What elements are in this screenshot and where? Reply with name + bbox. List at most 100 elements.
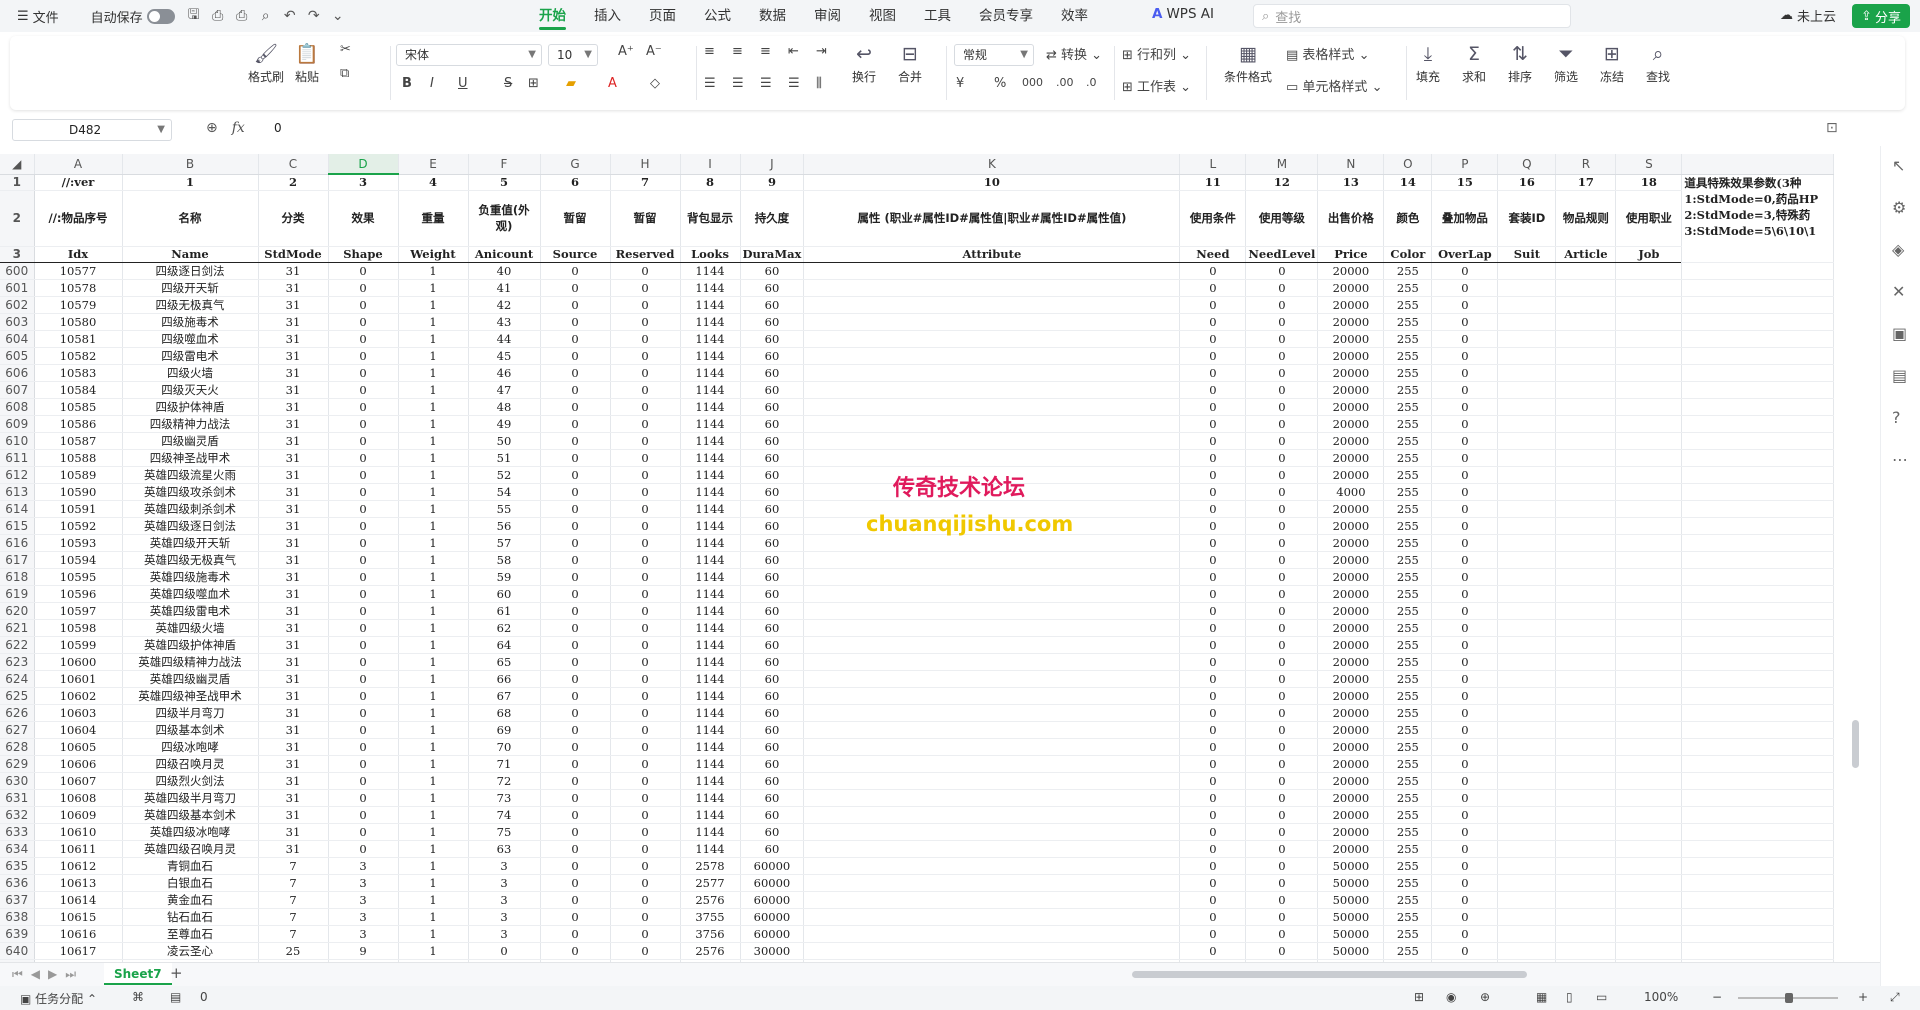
data-cell[interactable]: 0	[1179, 551, 1247, 569]
empty-cell[interactable]	[1615, 279, 1683, 297]
column-header-s[interactable]: S	[1615, 154, 1683, 175]
select-all-corner[interactable]: ◢	[0, 154, 35, 175]
align-top-icon[interactable]: ≡	[704, 44, 715, 59]
data-cell[interactable]: 31	[258, 585, 329, 603]
header-cell[interactable]: 14	[1383, 174, 1433, 191]
empty-cell[interactable]	[1497, 466, 1557, 484]
data-cell[interactable]: 1	[398, 925, 469, 943]
header-cell[interactable]: Need	[1179, 246, 1247, 263]
data-cell[interactable]: 0	[1431, 891, 1499, 909]
empty-cell[interactable]	[1681, 381, 1835, 399]
data-cell[interactable]: 0	[540, 755, 611, 773]
data-cell[interactable]: 70	[468, 738, 541, 756]
data-cell[interactable]: 31	[258, 517, 329, 535]
data-cell[interactable]: 60	[740, 687, 805, 705]
data-cell[interactable]: 1	[398, 755, 469, 773]
empty-cell[interactable]	[1555, 602, 1617, 620]
empty-cell[interactable]	[1497, 840, 1557, 858]
data-cell[interactable]: 10617	[34, 942, 123, 960]
data-cell[interactable]: 255	[1383, 721, 1433, 739]
empty-cell[interactable]	[1555, 721, 1617, 739]
data-cell[interactable]: 四级基本剑术	[122, 721, 259, 739]
data-cell[interactable]: 0	[328, 262, 399, 280]
reading-view-icon[interactable]: ▭	[1596, 990, 1607, 1004]
empty-cell[interactable]	[1555, 874, 1617, 892]
worksheet-button[interactable]: ⊞ 工作表 ⌄	[1122, 76, 1191, 95]
empty-cell[interactable]	[1555, 381, 1617, 399]
column-header-k[interactable]: K	[803, 154, 1181, 175]
data-cell[interactable]: 20000	[1317, 347, 1385, 365]
empty-cell[interactable]	[1497, 704, 1557, 722]
empty-cell[interactable]	[1497, 721, 1557, 739]
empty-cell[interactable]	[1681, 364, 1835, 382]
row-header[interactable]: 631	[0, 789, 35, 807]
data-cell[interactable]: 英雄四级神圣战甲术	[122, 687, 259, 705]
empty-cell[interactable]	[1555, 942, 1617, 960]
data-cell[interactable]: 0	[328, 755, 399, 773]
empty-cell[interactable]	[1681, 619, 1835, 637]
column-header-m[interactable]: M	[1245, 154, 1319, 175]
data-cell[interactable]: 1	[398, 942, 469, 960]
data-cell[interactable]: 52	[468, 466, 541, 484]
more-icon[interactable]: ⋯	[1892, 450, 1908, 469]
data-cell[interactable]: 60	[740, 653, 805, 671]
data-cell[interactable]: 71	[468, 755, 541, 773]
data-cell[interactable]	[803, 857, 1181, 875]
data-cell[interactable]: 31	[258, 262, 329, 280]
empty-cell[interactable]	[1681, 347, 1835, 365]
data-cell[interactable]: 四级逐日剑法	[122, 262, 259, 280]
data-cell[interactable]	[803, 262, 1181, 280]
cursor-icon[interactable]: ↖	[1892, 156, 1905, 175]
data-cell[interactable]: 0	[610, 466, 681, 484]
data-cell[interactable]: 1144	[680, 330, 741, 348]
data-cell[interactable]: 0	[1431, 432, 1499, 450]
horizontal-scrollbar-thumb[interactable]	[1132, 971, 1527, 978]
data-cell[interactable]: 255	[1383, 653, 1433, 671]
data-cell[interactable]: 255	[1383, 279, 1433, 297]
data-cell[interactable]: 0	[328, 585, 399, 603]
data-cell[interactable]: 0	[1179, 483, 1247, 501]
data-cell[interactable]: 0	[540, 908, 611, 926]
data-cell[interactable]: 0	[610, 517, 681, 535]
empty-cell[interactable]	[1681, 262, 1835, 280]
data-cell[interactable]: 1	[398, 500, 469, 518]
data-cell[interactable]: 31	[258, 449, 329, 467]
data-cell[interactable]: 20000	[1317, 517, 1385, 535]
data-cell[interactable]: 0	[540, 636, 611, 654]
data-cell[interactable]: 255	[1383, 823, 1433, 841]
tab-home[interactable]: 开始	[525, 0, 580, 32]
data-cell[interactable]: 0	[610, 364, 681, 382]
data-cell[interactable]: 0	[328, 653, 399, 671]
data-cell[interactable]: 10598	[34, 619, 123, 637]
empty-cell[interactable]	[1615, 330, 1683, 348]
data-cell[interactable]: 0	[610, 755, 681, 773]
data-cell[interactable]: 43	[468, 313, 541, 331]
data-cell[interactable]: 1144	[680, 432, 741, 450]
data-cell[interactable]: 60	[740, 279, 805, 297]
help-icon[interactable]: ?	[1892, 408, 1901, 427]
empty-cell[interactable]	[1681, 891, 1835, 909]
data-cell[interactable]: 0	[540, 891, 611, 909]
data-cell[interactable]: 0	[610, 789, 681, 807]
data-cell[interactable]: 60000	[740, 925, 805, 943]
data-cell[interactable]	[803, 568, 1181, 586]
font-size-select[interactable]: 10 ▼	[548, 44, 598, 66]
data-cell[interactable]: 20000	[1317, 789, 1385, 807]
data-cell[interactable]: 0	[540, 279, 611, 297]
empty-cell[interactable]	[1615, 704, 1683, 722]
eye-icon[interactable]: ◉	[1446, 990, 1456, 1004]
data-cell[interactable]: 0	[1245, 738, 1319, 756]
column-header-empty[interactable]	[1681, 154, 1835, 175]
data-cell[interactable]: 20000	[1317, 670, 1385, 688]
empty-cell[interactable]	[1497, 364, 1557, 382]
row-header[interactable]: 602	[0, 296, 35, 314]
row-header[interactable]: 636	[0, 874, 35, 892]
header-cell[interactable]: Suit	[1497, 246, 1557, 263]
empty-cell[interactable]	[1555, 364, 1617, 382]
data-cell[interactable]: 0	[1179, 568, 1247, 586]
data-cell[interactable]: 1	[398, 585, 469, 603]
data-cell[interactable]: 0	[610, 721, 681, 739]
empty-cell[interactable]	[1615, 806, 1683, 824]
data-cell[interactable]: 255	[1383, 687, 1433, 705]
data-cell[interactable]: 31	[258, 432, 329, 450]
